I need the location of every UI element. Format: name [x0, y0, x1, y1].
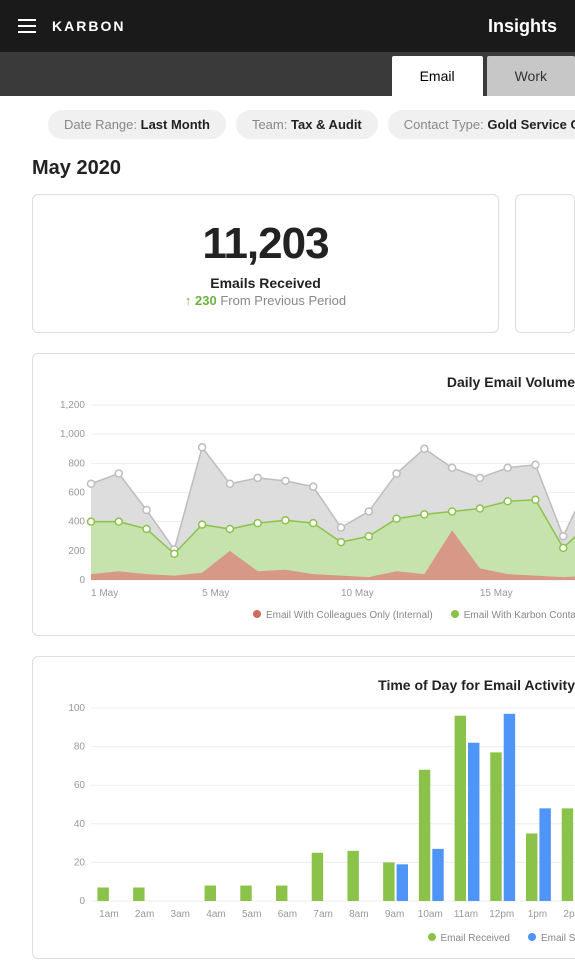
chart-card-daily-volume: Daily Email Volume 0 200 400 600 800 1,000 1,2… — [32, 353, 575, 636]
filter-value: Gold Service Client — [487, 117, 575, 132]
svg-text:2am: 2am — [135, 909, 154, 920]
legend-dot-icon — [253, 610, 261, 618]
legend-label: Email Received — [441, 933, 510, 944]
chart-daily-volume: 0 200 400 600 800 1,000 1,200 1 May 5 May 10 May 1… — [53, 400, 575, 600]
svg-text:1am: 1am — [99, 909, 118, 920]
svg-text:2pm: 2pm — [563, 909, 575, 920]
svg-text:5 May: 5 May — [202, 588, 229, 599]
brand-logo: KARBON — [52, 18, 125, 34]
svg-text:1 May: 1 May — [91, 588, 118, 599]
svg-text:7am: 7am — [313, 909, 332, 920]
svg-text:9am: 9am — [385, 909, 404, 920]
metric-delta-value: 230 — [195, 293, 217, 308]
svg-text:3am: 3am — [171, 909, 190, 920]
svg-text:10am: 10am — [418, 909, 443, 920]
metric-card-emails-received: 11,203 Emails Received ↑ 230 From Previo… — [32, 194, 499, 333]
svg-text:0: 0 — [79, 575, 85, 586]
svg-text:12pm: 12pm — [489, 909, 514, 920]
top-bar: KARBON Insights — [0, 0, 575, 52]
filter-value: Tax & Audit — [291, 117, 362, 132]
legend-label: Email Se — [541, 933, 575, 944]
svg-text:1,000: 1,000 — [60, 429, 85, 440]
svg-text:4am: 4am — [206, 909, 225, 920]
svg-text:400: 400 — [68, 517, 85, 528]
tabs: Email Work — [388, 56, 575, 96]
svg-text:60: 60 — [74, 780, 86, 791]
legend-item: Email With Karbon Contac — [451, 610, 575, 621]
legend-item: Email Received — [428, 933, 510, 944]
menu-icon[interactable] — [18, 19, 36, 33]
svg-text:200: 200 — [68, 546, 85, 557]
page-title: Insights — [488, 16, 557, 37]
chart-title: Daily Email Volume — [53, 374, 575, 390]
sub-bar: Email Work — [0, 52, 575, 96]
filter-label: Team: — [252, 117, 287, 132]
tab-email[interactable]: Email — [392, 56, 483, 96]
metric-value: 11,203 — [53, 219, 478, 269]
svg-text:6am: 6am — [278, 909, 297, 920]
filter-bar: Date Range: Last Month Team: Tax & Audit… — [0, 96, 575, 153]
filter-label: Contact Type: — [404, 117, 484, 132]
legend-item: Email Se — [528, 933, 575, 944]
metric-card-next — [515, 194, 575, 333]
svg-text:80: 80 — [74, 742, 86, 753]
svg-text:15 May: 15 May — [480, 588, 513, 599]
svg-text:11am: 11am — [454, 909, 478, 920]
period-heading: May 2020 — [0, 153, 575, 194]
metric-delta: ↑ 230 From Previous Period — [53, 293, 478, 308]
svg-text:100: 100 — [68, 703, 85, 714]
metric-cards-row: 11,203 Emails Received ↑ 230 From Previo… — [0, 194, 575, 353]
svg-text:800: 800 — [68, 458, 85, 469]
svg-text:20: 20 — [74, 857, 86, 868]
svg-text:1pm: 1pm — [528, 909, 547, 920]
legend-item: Email With Colleagues Only (Internal) — [253, 610, 433, 621]
metric-label: Emails Received — [53, 275, 478, 291]
svg-text:10 May: 10 May — [341, 588, 374, 599]
svg-text:1,200: 1,200 — [60, 400, 85, 411]
metric-delta-text: From Previous Period — [220, 293, 346, 308]
filter-value: Last Month — [141, 117, 210, 132]
arrow-up-icon: ↑ — [185, 293, 192, 308]
filter-date-range[interactable]: Date Range: Last Month — [48, 110, 226, 139]
svg-text:40: 40 — [74, 819, 86, 830]
legend-dot-icon — [528, 933, 536, 941]
legend-label: Email With Colleagues Only (Internal) — [266, 610, 433, 621]
svg-text:5am: 5am — [242, 909, 261, 920]
svg-text:600: 600 — [68, 488, 85, 499]
filter-contact-type[interactable]: Contact Type: Gold Service Client — [388, 110, 575, 139]
chart-time-of-day: 0 20 40 60 80 100 1am 2am 3am 4am 5am 6am 7am 8am 9am 1… — [53, 703, 575, 923]
legend-label: Email With Karbon Contac — [464, 610, 575, 621]
svg-text:0: 0 — [79, 896, 85, 907]
legend-dot-icon — [428, 933, 436, 941]
tab-work[interactable]: Work — [487, 56, 575, 96]
filter-team[interactable]: Team: Tax & Audit — [236, 110, 378, 139]
chart-legend: Email With Colleagues Only (Internal) Em… — [53, 600, 575, 621]
chart-title: Time of Day for Email Activity — [53, 677, 575, 693]
chart-legend: Email Received Email Se — [53, 923, 575, 944]
svg-text:8am: 8am — [349, 909, 368, 920]
legend-dot-icon — [451, 610, 459, 618]
filter-label: Date Range: — [64, 117, 137, 132]
chart-card-time-of-day: Time of Day for Email Activity 0 20 40 60 80… — [32, 656, 575, 959]
